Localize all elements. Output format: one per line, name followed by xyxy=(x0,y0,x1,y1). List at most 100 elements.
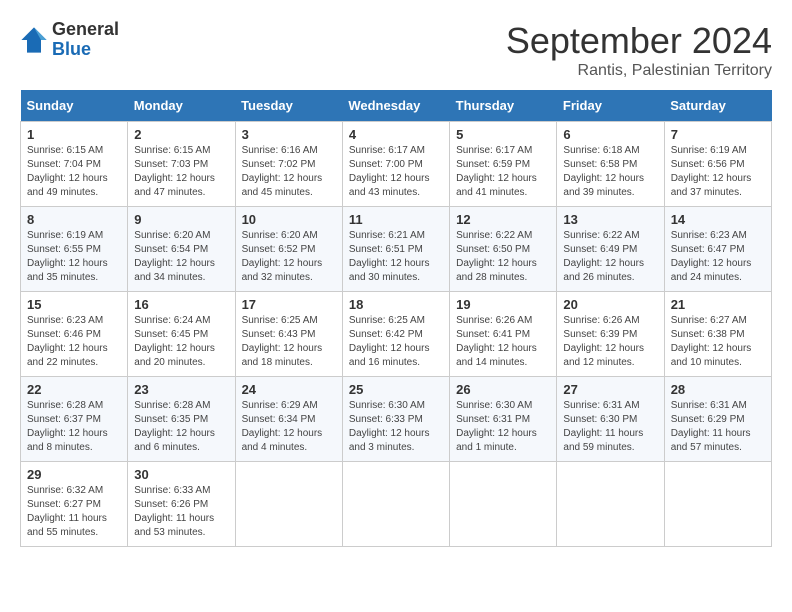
day-info: Sunrise: 6:22 AM Sunset: 6:50 PM Dayligh… xyxy=(456,229,550,285)
day-info: Sunrise: 6:31 AM Sunset: 6:29 PM Dayligh… xyxy=(671,399,765,455)
day-info: Sunrise: 6:23 AM Sunset: 6:46 PM Dayligh… xyxy=(27,314,121,370)
day-number: 28 xyxy=(671,382,765,397)
table-row: 4 Sunrise: 6:17 AM Sunset: 7:00 PM Daylig… xyxy=(342,122,449,207)
day-info: Sunrise: 6:28 AM Sunset: 6:35 PM Dayligh… xyxy=(134,399,228,455)
header-thursday: Thursday xyxy=(450,90,557,122)
header-saturday: Saturday xyxy=(664,90,771,122)
table-row: 3 Sunrise: 6:16 AM Sunset: 7:02 PM Daylig… xyxy=(235,122,342,207)
table-row: 19 Sunrise: 6:26 AM Sunset: 6:41 PM Dayli… xyxy=(450,292,557,377)
day-info: Sunrise: 6:26 AM Sunset: 6:39 PM Dayligh… xyxy=(563,314,657,370)
table-row: 15 Sunrise: 6:23 AM Sunset: 6:46 PM Dayli… xyxy=(21,292,128,377)
table-row: 17 Sunrise: 6:25 AM Sunset: 6:43 PM Dayli… xyxy=(235,292,342,377)
day-info: Sunrise: 6:24 AM Sunset: 6:45 PM Dayligh… xyxy=(134,314,228,370)
table-row: 27 Sunrise: 6:31 AM Sunset: 6:30 PM Dayli… xyxy=(557,377,664,462)
day-number: 13 xyxy=(563,212,657,227)
day-info: Sunrise: 6:18 AM Sunset: 6:58 PM Dayligh… xyxy=(563,144,657,200)
table-row xyxy=(557,462,664,547)
day-info: Sunrise: 6:26 AM Sunset: 6:41 PM Dayligh… xyxy=(456,314,550,370)
logo-text: General Blue xyxy=(52,20,119,60)
day-info: Sunrise: 6:15 AM Sunset: 7:03 PM Dayligh… xyxy=(134,144,228,200)
header: General Blue September 2024 Rantis, Pale… xyxy=(20,20,772,80)
table-row: 18 Sunrise: 6:25 AM Sunset: 6:42 PM Dayli… xyxy=(342,292,449,377)
calendar-week-row: 1 Sunrise: 6:15 AM Sunset: 7:04 PM Daylig… xyxy=(21,122,772,207)
day-number: 24 xyxy=(242,382,336,397)
table-row xyxy=(235,462,342,547)
day-info: Sunrise: 6:20 AM Sunset: 6:52 PM Dayligh… xyxy=(242,229,336,285)
day-number: 4 xyxy=(349,127,443,142)
day-number: 15 xyxy=(27,297,121,312)
day-info: Sunrise: 6:32 AM Sunset: 6:27 PM Dayligh… xyxy=(27,484,121,540)
table-row: 29 Sunrise: 6:32 AM Sunset: 6:27 PM Dayli… xyxy=(21,462,128,547)
day-info: Sunrise: 6:30 AM Sunset: 6:31 PM Dayligh… xyxy=(456,399,550,455)
day-info: Sunrise: 6:25 AM Sunset: 6:43 PM Dayligh… xyxy=(242,314,336,370)
day-number: 27 xyxy=(563,382,657,397)
day-info: Sunrise: 6:16 AM Sunset: 7:02 PM Dayligh… xyxy=(242,144,336,200)
header-sunday: Sunday xyxy=(21,90,128,122)
day-number: 20 xyxy=(563,297,657,312)
header-tuesday: Tuesday xyxy=(235,90,342,122)
header-wednesday: Wednesday xyxy=(342,90,449,122)
calendar-header-row: Sunday Monday Tuesday Wednesday Thursday… xyxy=(21,90,772,122)
location-subtitle: Rantis, Palestinian Territory xyxy=(506,62,772,80)
table-row: 7 Sunrise: 6:19 AM Sunset: 6:56 PM Daylig… xyxy=(664,122,771,207)
logo-icon xyxy=(20,26,48,54)
day-number: 12 xyxy=(456,212,550,227)
table-row: 30Sunrise: 6:33 AM Sunset: 6:26 PM Dayli… xyxy=(128,462,235,547)
day-number: 9 xyxy=(134,212,228,227)
table-row xyxy=(450,462,557,547)
table-row: 14Sunrise: 6:23 AM Sunset: 6:47 PM Dayli… xyxy=(664,207,771,292)
day-number: 6 xyxy=(563,127,657,142)
day-info: Sunrise: 6:17 AM Sunset: 6:59 PM Dayligh… xyxy=(456,144,550,200)
month-title: September 2024 xyxy=(506,20,772,62)
day-number: 21 xyxy=(671,297,765,312)
day-number: 1 xyxy=(27,127,121,142)
day-number: 11 xyxy=(349,212,443,227)
calendar-week-row: 22Sunrise: 6:28 AM Sunset: 6:37 PM Dayli… xyxy=(21,377,772,462)
day-info: Sunrise: 6:25 AM Sunset: 6:42 PM Dayligh… xyxy=(349,314,443,370)
table-row: 26 Sunrise: 6:30 AM Sunset: 6:31 PM Dayli… xyxy=(450,377,557,462)
day-number: 19 xyxy=(456,297,550,312)
table-row: 12 Sunrise: 6:22 AM Sunset: 6:50 PM Dayli… xyxy=(450,207,557,292)
day-number: 7 xyxy=(671,127,765,142)
day-info: Sunrise: 6:20 AM Sunset: 6:54 PM Dayligh… xyxy=(134,229,228,285)
table-row: 8Sunrise: 6:19 AM Sunset: 6:55 PM Daylig… xyxy=(21,207,128,292)
table-row: 6 Sunrise: 6:18 AM Sunset: 6:58 PM Daylig… xyxy=(557,122,664,207)
title-section: September 2024 Rantis, Palestinian Terri… xyxy=(506,20,772,80)
day-number: 3 xyxy=(242,127,336,142)
day-info: Sunrise: 6:29 AM Sunset: 6:34 PM Dayligh… xyxy=(242,399,336,455)
table-row: 11Sunrise: 6:21 AM Sunset: 6:51 PM Dayli… xyxy=(342,207,449,292)
table-row: 9 Sunrise: 6:20 AM Sunset: 6:54 PM Daylig… xyxy=(128,207,235,292)
calendar-week-row: 29 Sunrise: 6:32 AM Sunset: 6:27 PM Dayli… xyxy=(21,462,772,547)
day-number: 23 xyxy=(134,382,228,397)
header-monday: Monday xyxy=(128,90,235,122)
day-info: Sunrise: 6:30 AM Sunset: 6:33 PM Dayligh… xyxy=(349,399,443,455)
calendar-table: Sunday Monday Tuesday Wednesday Thursday… xyxy=(20,90,772,547)
day-number: 26 xyxy=(456,382,550,397)
table-row: 2 Sunrise: 6:15 AM Sunset: 7:03 PM Daylig… xyxy=(128,122,235,207)
day-info: Sunrise: 6:27 AM Sunset: 6:38 PM Dayligh… xyxy=(671,314,765,370)
day-number: 17 xyxy=(242,297,336,312)
table-row: 25 Sunrise: 6:30 AM Sunset: 6:33 PM Dayli… xyxy=(342,377,449,462)
table-row: 13Sunrise: 6:22 AM Sunset: 6:49 PM Dayli… xyxy=(557,207,664,292)
table-row: 23 Sunrise: 6:28 AM Sunset: 6:35 PM Dayli… xyxy=(128,377,235,462)
table-row: 20 Sunrise: 6:26 AM Sunset: 6:39 PM Dayli… xyxy=(557,292,664,377)
table-row: 24 Sunrise: 6:29 AM Sunset: 6:34 PM Dayli… xyxy=(235,377,342,462)
day-number: 29 xyxy=(27,467,121,482)
day-info: Sunrise: 6:23 AM Sunset: 6:47 PM Dayligh… xyxy=(671,229,765,285)
day-number: 25 xyxy=(349,382,443,397)
table-row: 28 Sunrise: 6:31 AM Sunset: 6:29 PM Dayli… xyxy=(664,377,771,462)
day-number: 10 xyxy=(242,212,336,227)
day-info: Sunrise: 6:17 AM Sunset: 7:00 PM Dayligh… xyxy=(349,144,443,200)
header-friday: Friday xyxy=(557,90,664,122)
calendar-week-row: 8Sunrise: 6:19 AM Sunset: 6:55 PM Daylig… xyxy=(21,207,772,292)
logo: General Blue xyxy=(20,20,119,60)
day-info: Sunrise: 6:33 AM Sunset: 6:26 PM Dayligh… xyxy=(134,484,228,540)
day-number: 18 xyxy=(349,297,443,312)
day-info: Sunrise: 6:31 AM Sunset: 6:30 PM Dayligh… xyxy=(563,399,657,455)
table-row: 5 Sunrise: 6:17 AM Sunset: 6:59 PM Daylig… xyxy=(450,122,557,207)
day-info: Sunrise: 6:15 AM Sunset: 7:04 PM Dayligh… xyxy=(27,144,121,200)
day-number: 5 xyxy=(456,127,550,142)
table-row: 16Sunrise: 6:24 AM Sunset: 6:45 PM Dayli… xyxy=(128,292,235,377)
day-number: 2 xyxy=(134,127,228,142)
day-info: Sunrise: 6:19 AM Sunset: 6:56 PM Dayligh… xyxy=(671,144,765,200)
